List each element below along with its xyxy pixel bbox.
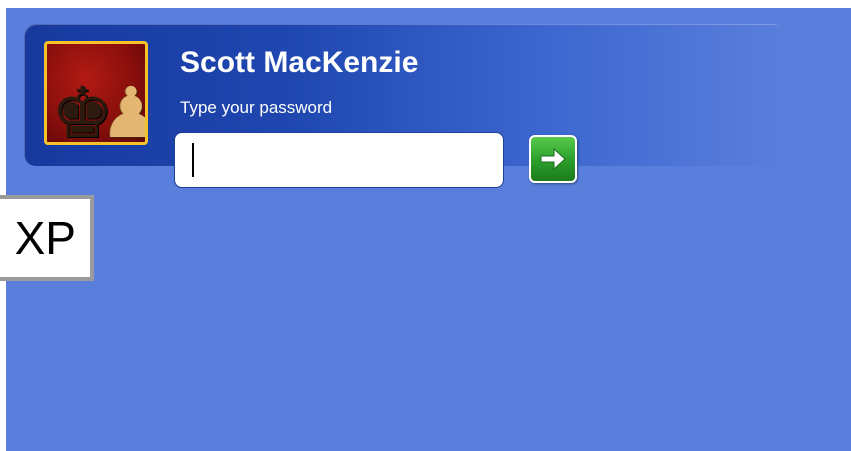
right-arrow-icon (540, 147, 566, 171)
text-caret (192, 143, 194, 177)
xp-label-text: XP (14, 212, 76, 264)
password-input[interactable] (174, 132, 504, 188)
password-prompt: Type your password (180, 98, 333, 117)
user-avatar[interactable]: ♚♟♝♚ (44, 41, 148, 145)
chess-pieces-icon: ♚♟♝♚ (51, 72, 148, 145)
go-button[interactable] (529, 135, 577, 183)
logon-screen: ♚♟♝♚ Scott MacKenzie Type your password (6, 8, 851, 451)
xp-label-box: XP (0, 195, 94, 281)
user-name: Scott MacKenzie (180, 46, 419, 79)
